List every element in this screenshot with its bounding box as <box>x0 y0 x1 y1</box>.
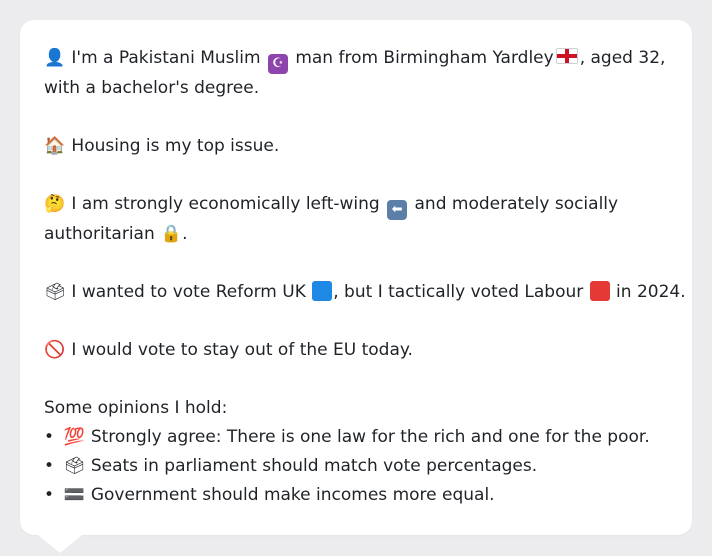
star-crescent-icon: ☪ <box>267 54 288 74</box>
intro-text-a: I'm a Pakistani Muslim <box>71 48 261 68</box>
intro-text-c: , aged 32, <box>579 48 666 68</box>
opinion-text: Seats in parliament should match vote pe… <box>90 456 538 476</box>
eu-text: I would vote to stay out of the EU today… <box>71 340 413 360</box>
bubble-tail <box>38 535 82 553</box>
vote-text-a: I wanted to vote Reform UK <box>71 282 306 302</box>
thinking-face-icon: 🤔 <box>44 194 66 214</box>
blue-square-icon <box>312 281 333 301</box>
persona-message-bubble: 👤 I'm a Pakistani Muslim ☪ man from Birm… <box>20 20 692 535</box>
eu-line: 🚫 I would vote to stay out of the EU tod… <box>44 336 668 365</box>
opinion-item: • 💯 Strongly agree: There is one law for… <box>44 423 668 452</box>
opinion-text: Strongly agree: There is one law for the… <box>90 427 650 447</box>
intro-text-b: man from Birmingham Yardley <box>295 48 554 68</box>
economic-text-line2: authoritarian <box>44 224 155 244</box>
person-icon: 👤 <box>44 48 66 68</box>
intro-line: 👤 I'm a Pakistani Muslim ☪ man from Birm… <box>44 44 668 74</box>
hundred-points-icon: 💯 <box>63 427 85 447</box>
opinion-text: Government should make incomes more equa… <box>90 485 495 505</box>
bullet: • <box>44 456 55 476</box>
opinions-heading: Some opinions I hold: <box>44 398 228 418</box>
vote-line: 🗳 I wanted to vote Reform UK , but I tac… <box>44 278 686 307</box>
red-square-icon <box>589 281 610 301</box>
housing-text: Housing is my top issue. <box>71 136 280 156</box>
heavy-equals-icon: 🟰 <box>63 485 85 505</box>
lock-icon: 🔒 <box>160 224 182 244</box>
england-flag-icon <box>555 48 578 64</box>
ballot-box-icon: 🗳 <box>63 456 86 476</box>
opinion-item: • 🗳 Seats in parliament should match vot… <box>44 452 668 481</box>
economic-text-b: and moderately socially <box>414 194 619 214</box>
economic-line-2: authoritarian 🔒. <box>44 220 668 249</box>
prohibited-icon: 🚫 <box>44 340 66 360</box>
economic-text-end: . <box>182 224 188 244</box>
intro-line-2: with a bachelor's degree. <box>44 78 260 98</box>
bullet: • <box>44 485 55 505</box>
ballot-box-icon: 🗳 <box>44 282 66 302</box>
bullet: • <box>44 427 55 447</box>
housing-line: 🏠 Housing is my top issue. <box>44 132 668 161</box>
economic-line: 🤔 I am strongly economically left-wing ⬅… <box>44 190 668 220</box>
vote-text-c: in 2024. <box>616 282 686 302</box>
left-arrow-icon: ⬅ <box>387 200 408 220</box>
vote-text-b: , but I tactically voted Labour <box>333 282 584 302</box>
house-icon: 🏠 <box>44 136 66 156</box>
economic-text-a: I am strongly economically left-wing <box>71 194 380 214</box>
opinion-item: • 🟰 Government should make incomes more … <box>44 481 668 510</box>
